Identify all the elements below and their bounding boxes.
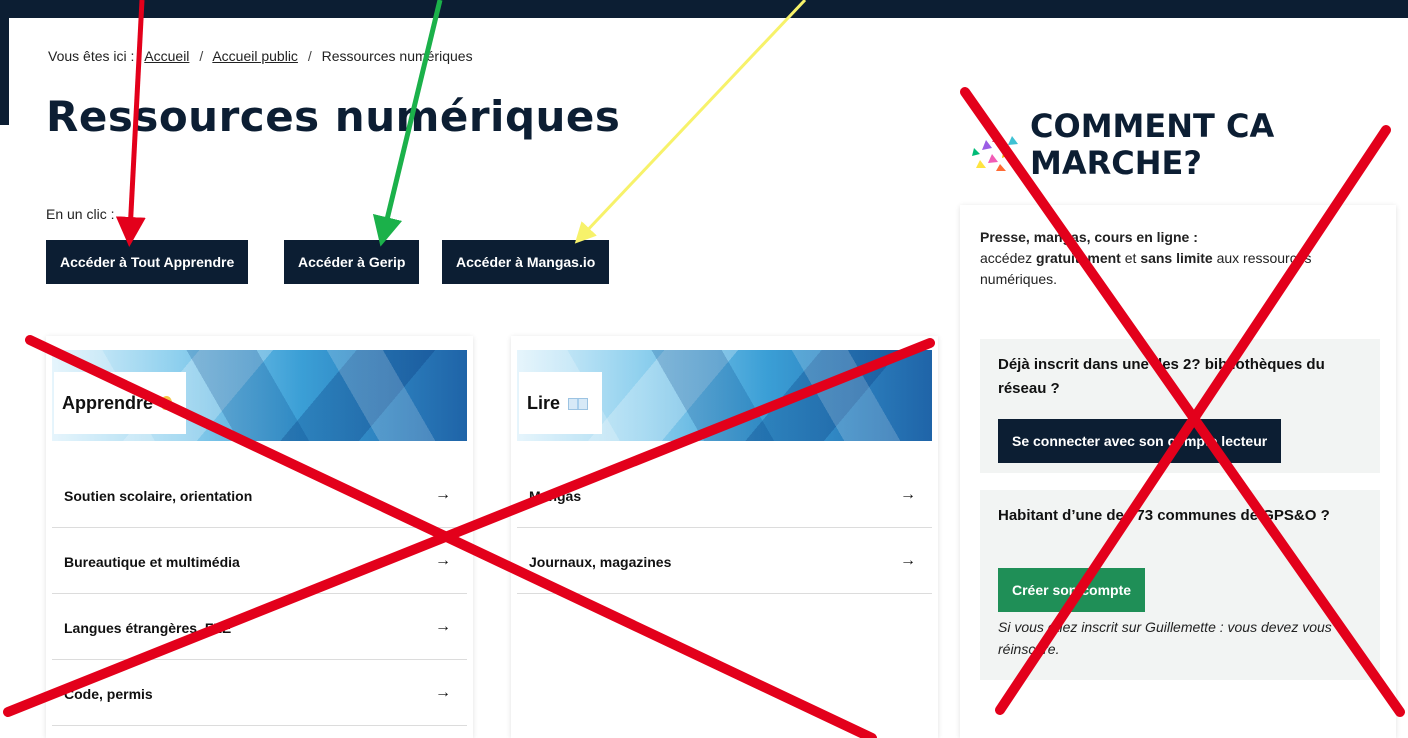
- list-item[interactable]: Soutien scolaire, orientation →: [52, 462, 467, 528]
- card-banner: Apprendre: [52, 350, 467, 441]
- confetti-icon: [972, 132, 1020, 171]
- lightbulb-icon: [161, 396, 173, 410]
- left-accent-bar: [0, 0, 9, 125]
- reregister-note: Si vous étiez inscrit sur Guillemette : …: [998, 619, 1332, 657]
- gerip-button[interactable]: Accéder à Gerip: [284, 240, 420, 284]
- list-item-label: Bureautique et multimédia: [64, 554, 240, 570]
- top-header-bar: [0, 0, 1408, 18]
- arrow-right-icon: →: [900, 486, 916, 503]
- list-item-label: Soutien scolaire, orientation: [64, 488, 253, 504]
- breadcrumb-separator: /: [307, 48, 312, 64]
- arrow-right-icon: →: [900, 552, 916, 569]
- breadcrumb-prefix: Vous êtes ici :: [48, 48, 135, 64]
- sidebar-title: COMMENT CA MARCHE?: [1030, 107, 1275, 182]
- login-button[interactable]: Se connecter avec son compte lecteur: [998, 419, 1282, 463]
- register-box: Habitant d’une des 73 communes de GPS&O …: [980, 490, 1380, 680]
- category-card-apprendre: Apprendre Soutien scolaire, orientation …: [46, 336, 473, 738]
- list-item-label: Code, permis: [64, 686, 153, 702]
- create-account-button[interactable]: Créer son compte: [998, 568, 1146, 612]
- breadcrumb: Vous êtes ici : Accueil / Accueil public…: [48, 48, 473, 64]
- list-item[interactable]: Langues étrangères, FLE →: [52, 594, 467, 660]
- list-item[interactable]: Journaux, magazines →: [517, 528, 932, 594]
- register-box-title: Habitant d’une des 73 communes de GPS&O …: [998, 507, 1330, 524]
- breadcrumb-link-accueil-public[interactable]: Accueil public: [212, 48, 298, 64]
- card-title: Apprendre: [54, 372, 187, 434]
- list-item-label: Journaux, magazines: [529, 554, 672, 570]
- list-item[interactable]: Code, permis →: [52, 660, 467, 726]
- card-banner: Lire: [517, 350, 932, 441]
- sidebar-lead-text: Presse, mangas, cours en ligne : accédez…: [980, 229, 1312, 287]
- breadcrumb-link-accueil[interactable]: Accueil: [144, 48, 189, 64]
- card-title: Lire: [519, 372, 603, 434]
- list-item-label: Langues étrangères, FLE: [64, 620, 232, 636]
- arrow-right-icon: →: [435, 552, 451, 569]
- login-box: Déjà inscrit dans une des 2? bibliothèqu…: [980, 339, 1380, 473]
- list-item[interactable]: Bureautique et multimédia →: [52, 528, 467, 594]
- arrow-right-icon: →: [435, 486, 451, 503]
- tout-apprendre-button[interactable]: Accéder à Tout Apprendre: [46, 240, 249, 284]
- arrow-right-icon: →: [435, 684, 451, 701]
- page-title: Ressources numériques: [46, 92, 621, 141]
- list-item[interactable]: Mangas →: [517, 462, 932, 528]
- how-it-works-panel: Presse, mangas, cours en ligne : accédez…: [960, 205, 1396, 738]
- category-card-lire: Lire Mangas → Journaux, magazines →: [511, 336, 938, 738]
- list-item-label: Mangas: [529, 488, 582, 504]
- breadcrumb-current: Ressources numériques: [321, 48, 473, 64]
- breadcrumb-separator: /: [199, 48, 204, 64]
- open-book-icon: [568, 398, 589, 410]
- intro-text: En un clic :: [46, 206, 115, 222]
- mangas-io-button[interactable]: Accéder à Mangas.io: [442, 240, 610, 284]
- login-box-title: Déjà inscrit dans une des 2? bibliothèqu…: [998, 356, 1325, 397]
- arrow-right-icon: →: [435, 618, 451, 635]
